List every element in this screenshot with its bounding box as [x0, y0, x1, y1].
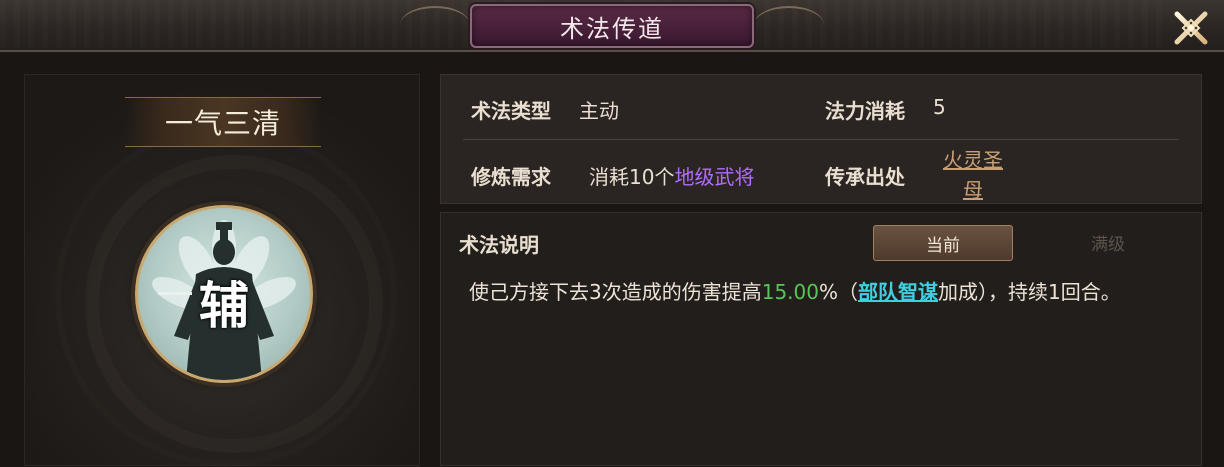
desc-percent: 15.00	[761, 280, 819, 304]
requirement-prefix: 消耗10个	[589, 165, 675, 189]
cost-value: 5	[933, 95, 946, 119]
source-link-line2: 母	[963, 178, 983, 202]
close-x-icon	[1174, 11, 1208, 45]
desc-part1: 使己方接下去3次造成的伤害提高	[469, 280, 762, 304]
title-wing-right	[754, 6, 824, 44]
desc-part2: %（	[819, 280, 859, 304]
cost-label: 法力消耗	[825, 99, 905, 123]
skill-name-plate: 一气三清	[125, 97, 321, 147]
close-button[interactable]	[1168, 8, 1214, 48]
skill-name: 一气三清	[164, 107, 281, 140]
source-link[interactable]: 火灵圣 母	[939, 145, 1007, 205]
info-row-1: 术法类型 主动 法力消耗 5	[441, 75, 1201, 139]
requirement-item: 地级武将	[674, 165, 755, 189]
tab-current[interactable]: 当前	[873, 225, 1013, 261]
title-wing-left	[400, 6, 470, 44]
desc-link-troop-intelligence[interactable]: 部队智谋	[858, 280, 938, 304]
tab-max-level[interactable]: 满级	[1039, 225, 1177, 259]
requirement-value: 消耗10个地级武将	[589, 161, 754, 190]
description-text: 使己方接下去3次造成的伤害提高15.00%（部队智谋加成），持续1回合。	[469, 275, 1179, 309]
source-label: 传承出处	[825, 165, 905, 189]
description-panel: 术法说明 当前 满级 使己方接下去3次造成的伤害提高15.00%（部队智谋加成）…	[440, 212, 1202, 466]
tab-max-label: 满级	[1091, 234, 1125, 255]
skill-info-panel: 术法类型 主动 法力消耗 5 修炼需求 消耗10个地级武将 传承出处 火灵圣 母	[440, 74, 1202, 204]
type-label: 术法类型	[471, 99, 551, 123]
tab-current-label: 当前	[926, 235, 960, 256]
title-plate: 术法传道	[470, 4, 754, 48]
description-title: 术法说明	[459, 233, 539, 257]
skill-portrait: 辅	[135, 205, 313, 383]
source-link-line1: 火灵圣	[943, 148, 1003, 172]
top-bar: 术法传道	[0, 0, 1224, 52]
desc-part3: 加成），持续1回合。	[938, 280, 1121, 304]
type-value: 主动	[579, 99, 619, 123]
skill-portrait-panel: 一气三清 辅	[24, 74, 420, 467]
info-row-2: 修炼需求 消耗10个地级武将 传承出处 火灵圣 母	[441, 139, 1201, 203]
requirement-label: 修炼需求	[471, 165, 551, 189]
page-title: 术法传道	[560, 14, 664, 43]
portrait-glyph: 辅	[199, 276, 249, 335]
